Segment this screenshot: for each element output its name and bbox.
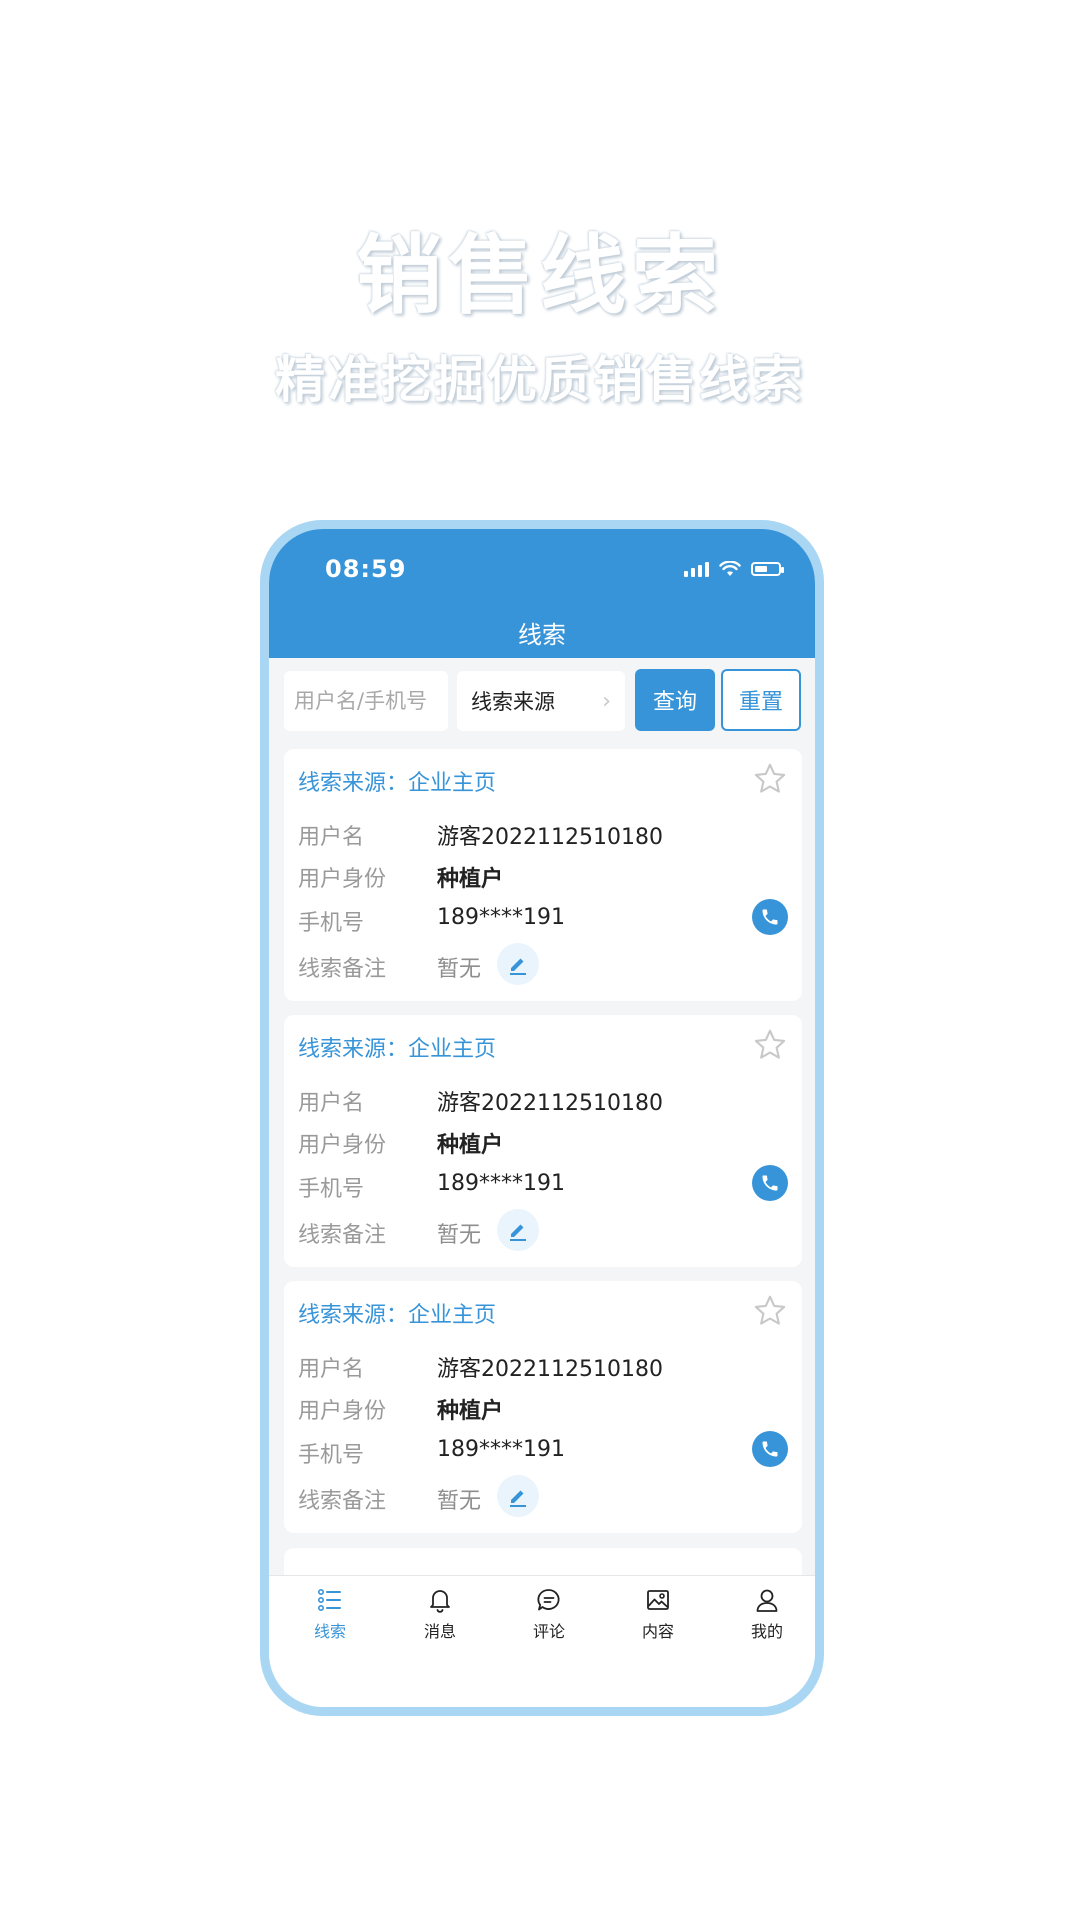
phone-value: 189****191 [437, 1171, 565, 1196]
note-label: 线索备注 [298, 1223, 387, 1248]
promo-subtitle: 精准挖掘优质销售线索 [275, 351, 805, 409]
phone-icon [762, 1175, 778, 1191]
username-value: 游客2022112510180 [437, 1091, 663, 1116]
tab-label: 内容 [641, 1622, 674, 1641]
user-icon [756, 1589, 778, 1612]
tab-label: 我的 [750, 1622, 783, 1641]
tab-comments[interactable]: 评论 [509, 1586, 589, 1642]
phone-frame: 08:59 线索 线索来源 › 查 [260, 520, 824, 1716]
tab-content[interactable]: 内容 [618, 1586, 698, 1642]
call-button[interactable] [752, 1165, 788, 1201]
lead-card: 线索来源：企业主页 用户名 游客2022112510180 用户身份 种植户 手… [284, 749, 802, 1001]
username-label: 用户名 [298, 1357, 365, 1382]
tab-profile[interactable]: 我的 [727, 1586, 807, 1642]
tab-bar: 线索 消息 评论 内容 我的 [269, 1575, 815, 1707]
phone-value: 189****191 [437, 1437, 565, 1462]
edit-note-button[interactable] [497, 1475, 539, 1517]
lead-card: 线索来源：企业主页 用户名 游客2022112510180 用户身份 种植户 手… [284, 1281, 802, 1533]
wifi-icon [719, 561, 741, 576]
call-button[interactable] [752, 1431, 788, 1467]
chevron-right-icon: › [602, 688, 611, 714]
status-time: 08:59 [325, 555, 407, 583]
username-value: 游客2022112510180 [437, 1357, 663, 1382]
tab-leads[interactable]: 线索 [290, 1586, 370, 1642]
lead-card: 线索来源：企业主页 用户名 游客2022112510180 用户身份 种植户 手… [284, 1015, 802, 1267]
tab-label: 评论 [532, 1622, 565, 1641]
note-label: 线索备注 [298, 1489, 387, 1514]
phone-screen: 08:59 线索 线索来源 › 查 [269, 529, 815, 1707]
search-input[interactable] [284, 671, 448, 731]
source-select[interactable]: 线索来源 › [457, 671, 625, 731]
tab-label: 线索 [313, 1622, 346, 1641]
edit-note-button[interactable] [497, 1209, 539, 1251]
phone-label: 手机号 [298, 911, 365, 936]
bell-icon [430, 1590, 450, 1613]
query-button[interactable]: 查询 [635, 669, 715, 731]
phone-icon [762, 1441, 778, 1457]
tab-label: 消息 [423, 1622, 456, 1641]
tab-messages[interactable]: 消息 [400, 1586, 480, 1642]
note-value: 暂无 [437, 957, 482, 982]
signal-icon [684, 561, 709, 577]
star-icon[interactable] [752, 1293, 788, 1329]
pencil-icon [510, 958, 526, 975]
star-icon[interactable] [752, 1027, 788, 1063]
app-header: 08:59 线索 [269, 529, 815, 658]
source-select-label: 线索来源 [471, 690, 555, 714]
identity-label: 用户身份 [298, 1133, 387, 1158]
username-value: 游客2022112510180 [437, 825, 663, 850]
edit-note-button[interactable] [497, 943, 539, 985]
phone-label: 手机号 [298, 1443, 365, 1468]
star-icon[interactable] [752, 761, 788, 797]
note-value: 暂无 [437, 1489, 482, 1514]
phone-icon [762, 909, 778, 925]
comment-icon [537, 1589, 560, 1611]
page-title: 线索 [518, 621, 566, 649]
phone-label: 手机号 [298, 1177, 365, 1202]
phone-value: 189****191 [437, 905, 565, 930]
identity-label: 用户身份 [298, 1399, 387, 1424]
identity-value: 种植户 [437, 1399, 504, 1424]
lead-source: 线索来源：企业主页 [298, 1037, 497, 1062]
status-icons [684, 561, 784, 577]
identity-value: 种植户 [437, 1133, 504, 1158]
note-value: 暂无 [437, 1223, 482, 1248]
identity-value: 种植户 [437, 867, 504, 892]
call-button[interactable] [752, 899, 788, 935]
promo-title: 销售线索 [356, 226, 724, 326]
lead-source: 线索来源：企业主页 [298, 771, 497, 796]
battery-icon [751, 562, 784, 576]
note-label: 线索备注 [298, 957, 387, 982]
search-bar: 线索来源 › 查询 重置 [269, 658, 815, 739]
pencil-icon [510, 1224, 526, 1241]
image-icon [647, 1590, 669, 1610]
reset-button[interactable]: 重置 [721, 669, 801, 731]
pencil-icon [510, 1490, 526, 1507]
username-label: 用户名 [298, 825, 365, 850]
username-label: 用户名 [298, 1091, 365, 1116]
identity-label: 用户身份 [298, 867, 387, 892]
list-icon [317, 1588, 341, 1611]
lead-source: 线索来源：企业主页 [298, 1303, 497, 1328]
